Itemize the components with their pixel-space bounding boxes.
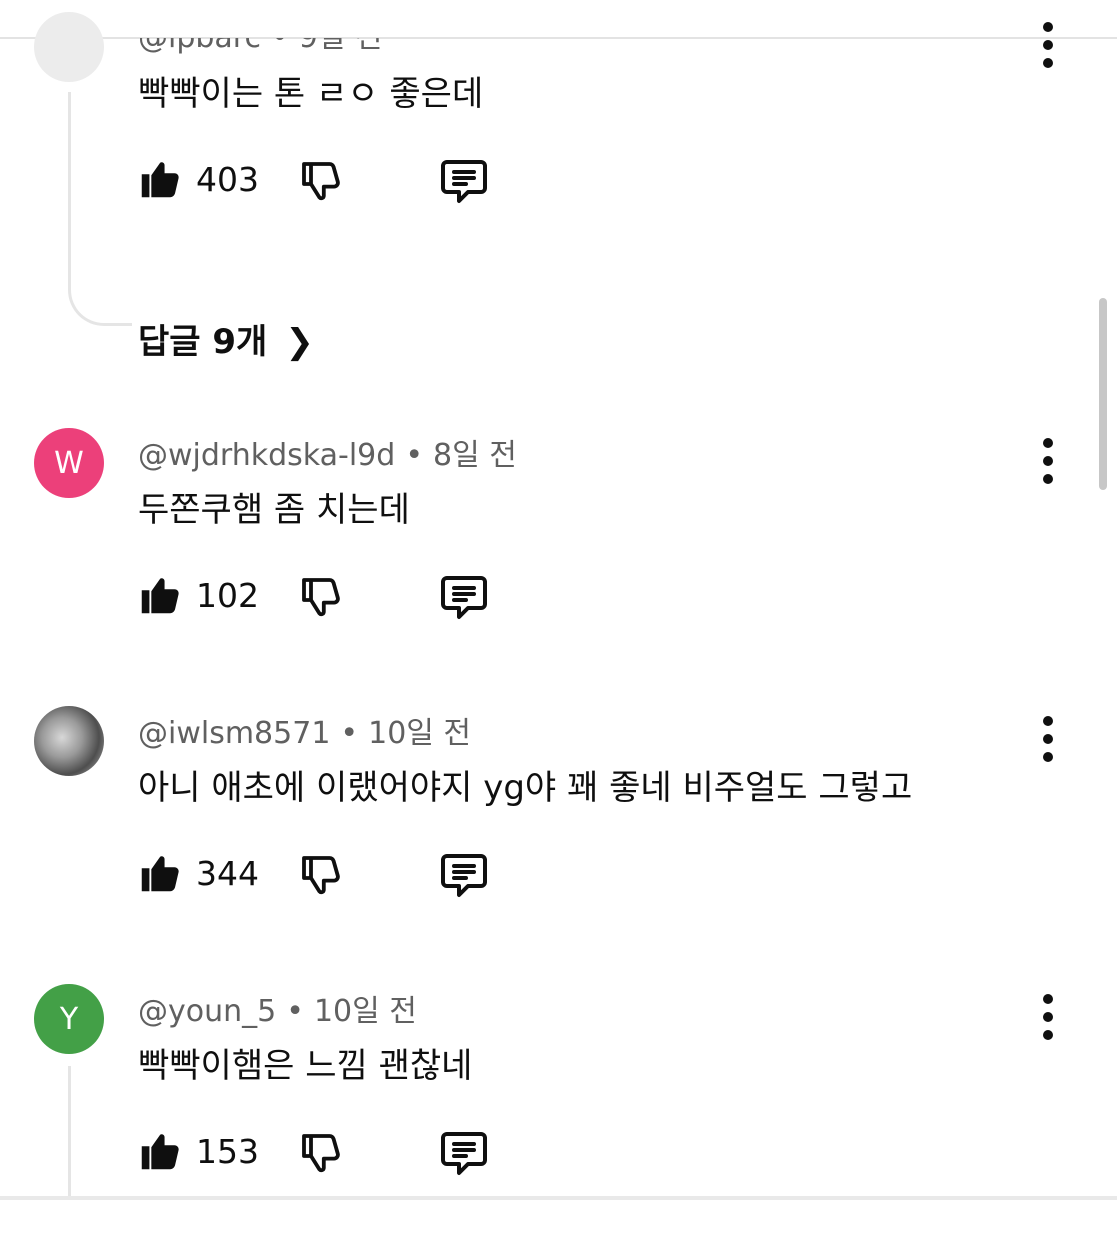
comment-author[interactable]: @iwlsm8571 <box>138 716 330 751</box>
thumbs-down-icon[interactable] <box>297 573 345 621</box>
meta-separator: • <box>405 438 424 473</box>
thumbs-up-icon[interactable] <box>136 851 182 897</box>
bottom-divider <box>0 1196 1117 1200</box>
comment-meta: @youn_5 • 10일 전 <box>138 986 417 1030</box>
replies-label: 답글 9개 <box>138 322 268 362</box>
avatar-letter: Y <box>59 1001 79 1037</box>
avatar-letter: W <box>54 445 84 481</box>
comment-time: 9일 전 <box>298 20 383 55</box>
thumbs-up-icon[interactable] <box>136 573 182 619</box>
comment-text: 아니 애초에 이랬어야지 yg야 꽤 좋네 비주얼도 그렇고 <box>138 768 913 808</box>
avatar[interactable]: W <box>34 428 104 498</box>
comment-author[interactable]: @youn_5 <box>138 994 276 1029</box>
comment-text: 빡빡이햄은 느낌 괜찮네 <box>138 1046 473 1086</box>
more-vertical-icon[interactable] <box>1030 438 1066 486</box>
comment: W @wjdrhkdska-l9d • 8일 전 두쫀쿠햄 좀 치는데 102 <box>0 428 1117 698</box>
thumbs-down-icon[interactable] <box>297 851 345 899</box>
comment-icon[interactable] <box>438 157 490 205</box>
comment-time: 8일 전 <box>433 438 517 473</box>
comment-text: 빡빡이는 톤 ㄹㅇ 좋은데 <box>138 74 484 114</box>
comment-icon[interactable] <box>438 1129 490 1177</box>
avatar[interactable] <box>34 706 104 776</box>
like-count: 403 <box>196 160 259 199</box>
comment-author[interactable]: @wjdrhkdska-l9d <box>138 438 395 473</box>
comment: Y @youn_5 • 10일 전 빡빡이햄은 느낌 괜찮네 153 <box>0 984 1117 1254</box>
more-vertical-icon[interactable] <box>1030 994 1066 1042</box>
meta-separator: • <box>340 716 359 751</box>
thumbs-up-icon[interactable] <box>136 157 182 203</box>
like-count: 153 <box>196 1132 259 1171</box>
meta-separator: • <box>286 994 304 1029</box>
view-replies-button[interactable]: 답글 9개 ❯ <box>138 314 314 363</box>
thumbs-down-icon[interactable] <box>297 1129 345 1177</box>
avatar[interactable] <box>34 12 104 82</box>
comment-time: 10일 전 <box>313 994 417 1029</box>
comment-meta: @iwlsm8571 • 10일 전 <box>138 708 471 752</box>
like-count: 344 <box>196 854 259 893</box>
comment-meta: @wjdrhkdska-l9d • 8일 전 <box>138 430 517 474</box>
comment: @iwlsm8571 • 10일 전 아니 애초에 이랬어야지 yg야 꽤 좋네 비… <box>0 706 1117 976</box>
comment-icon[interactable] <box>438 573 490 621</box>
more-vertical-icon[interactable] <box>1030 22 1066 70</box>
meta-separator: • <box>270 20 289 55</box>
thumbs-down-icon[interactable] <box>297 157 345 205</box>
thumbs-up-icon[interactable] <box>136 1129 182 1175</box>
comment: @ipbarc • 9일 전 빡빡이는 톤 ㄹㅇ 좋은데 403 답글 9개 ❯ <box>0 12 1117 362</box>
like-count: 102 <box>196 576 259 615</box>
comment-icon[interactable] <box>438 851 490 899</box>
comment-meta: @ipbarc • 9일 전 <box>138 20 383 56</box>
comment-text: 두쫀쿠햄 좀 치는데 <box>138 490 410 530</box>
more-vertical-icon[interactable] <box>1030 716 1066 764</box>
chevron-right-icon: ❯ <box>285 322 314 362</box>
comment-time: 10일 전 <box>368 716 472 751</box>
avatar[interactable]: Y <box>34 984 104 1054</box>
comment-author[interactable]: @ipbarc <box>138 38 261 55</box>
